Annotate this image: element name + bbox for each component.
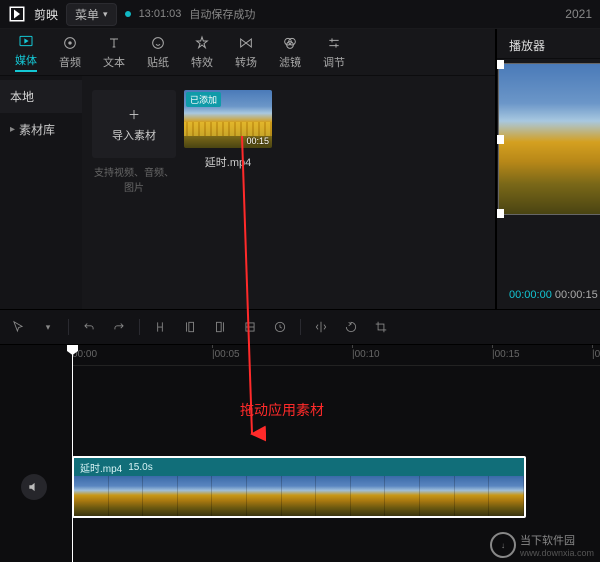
timeline[interactable]: 00:00 |00:05 |00:10 |00:15 |00 延时.mp4 15… [0,345,600,562]
separator [139,319,140,335]
speed-button[interactable] [270,317,290,337]
playhead[interactable] [72,345,73,562]
caret-right-icon: ▸ [10,124,15,135]
import-hint: 支持视频、音频、图片 [92,164,176,194]
undo-button[interactable] [79,317,99,337]
sticker-icon [149,34,167,52]
delete-right-button[interactable] [210,317,230,337]
adjust-icon [325,34,343,52]
resize-handle[interactable] [496,135,504,144]
added-badge: 已添加 [186,92,221,107]
separator [300,319,301,335]
tick: |00:05 [212,349,240,360]
clip-header: 延时.mp4 15.0s [74,458,524,476]
category-toolbar: 媒体 音频 文本 贴纸 特效 转场 [0,29,495,76]
filter-icon [281,34,299,52]
tab-filter[interactable]: 滤镜 [270,30,310,74]
clip-thumbnail: 已添加 00:15 [184,90,272,148]
preview-panel: 播放器 00:00:00 00:00:15 [496,29,600,309]
annotation-text: 拖动应用素材 [240,400,324,420]
watermark-logo-icon: ↓ [490,532,516,558]
resize-handle[interactable] [496,209,504,218]
preview-time: 00:00:00 00:00:15 [509,289,598,301]
media-grid: ＋ 导入素材 支持视频、音频、图片 已添加 00:15 延时.mp4 [82,76,495,309]
tick: |00:10 [352,349,380,360]
tick: |00:15 [492,349,520,360]
transition-icon [237,34,255,52]
tab-sticker[interactable]: 贴纸 [138,30,178,74]
clip-frames [74,476,524,516]
timeline-ruler[interactable]: 00:00 |00:05 |00:10 |00:15 |00 [72,345,600,366]
tab-effect[interactable]: 特效 [182,30,222,74]
main-menu-button[interactable]: 菜单 ▾ [66,3,117,26]
import-button[interactable]: ＋ 导入素材 [92,90,176,158]
preview-canvas[interactable] [498,63,600,215]
resize-handle[interactable] [496,60,504,69]
split-button[interactable] [150,317,170,337]
rotate-button[interactable] [341,317,361,337]
crop-button[interactable] [371,317,391,337]
freeze-button[interactable] [240,317,260,337]
tab-transition[interactable]: 转场 [226,30,266,74]
tab-text[interactable]: 文本 [94,30,134,74]
tab-media[interactable]: 媒体 [6,28,46,76]
track-header [0,474,68,500]
status-msg: 自动保存成功 [189,6,255,22]
tool-dropdown[interactable]: ▾ [38,317,58,337]
video-track: 延时.mp4 15.0s [0,455,600,519]
preview-image [499,64,600,214]
app-name: 剪映 [34,6,58,23]
year-label: 2021 [565,7,592,21]
preview-title: 播放器 [497,29,600,59]
titlebar: 剪映 菜单 ▾ 13:01:03 自动保存成功 2021 [0,0,600,29]
status-time: 13:01:03 [139,8,182,20]
pointer-tool[interactable] [8,317,28,337]
timeline-toolbar: ▾ [0,309,600,345]
redo-button[interactable] [109,317,129,337]
media-source-sidebar: 本地 ▸素材库 [0,76,82,309]
mute-button[interactable] [21,474,47,500]
delete-left-button[interactable] [180,317,200,337]
media-icon [17,32,35,50]
tick: |00 [592,349,600,360]
mirror-button[interactable] [311,317,331,337]
plus-icon: ＋ [128,106,140,123]
sidebar-item-local[interactable]: 本地 [0,80,82,113]
clip-name: 延时.mp4 [184,154,272,170]
watermark: ↓ 当下软件园 www.downxia.com [490,532,594,558]
media-clip[interactable]: 已添加 00:15 延时.mp4 [184,90,272,170]
tab-adjust[interactable]: 调节 [314,30,354,74]
chevron-down-icon: ▾ [103,9,108,20]
audio-icon [61,34,79,52]
clip-duration: 00:15 [246,136,269,146]
separator [68,319,69,335]
sidebar-item-library[interactable]: ▸素材库 [0,113,82,146]
text-icon [105,34,123,52]
effect-icon [193,34,211,52]
media-panel: 媒体 音频 文本 贴纸 特效 转场 [0,29,496,309]
timeline-clip[interactable]: 延时.mp4 15.0s [72,456,526,518]
status-dot-icon [125,11,131,17]
app-logo-icon [8,5,26,23]
tab-audio[interactable]: 音频 [50,30,90,74]
